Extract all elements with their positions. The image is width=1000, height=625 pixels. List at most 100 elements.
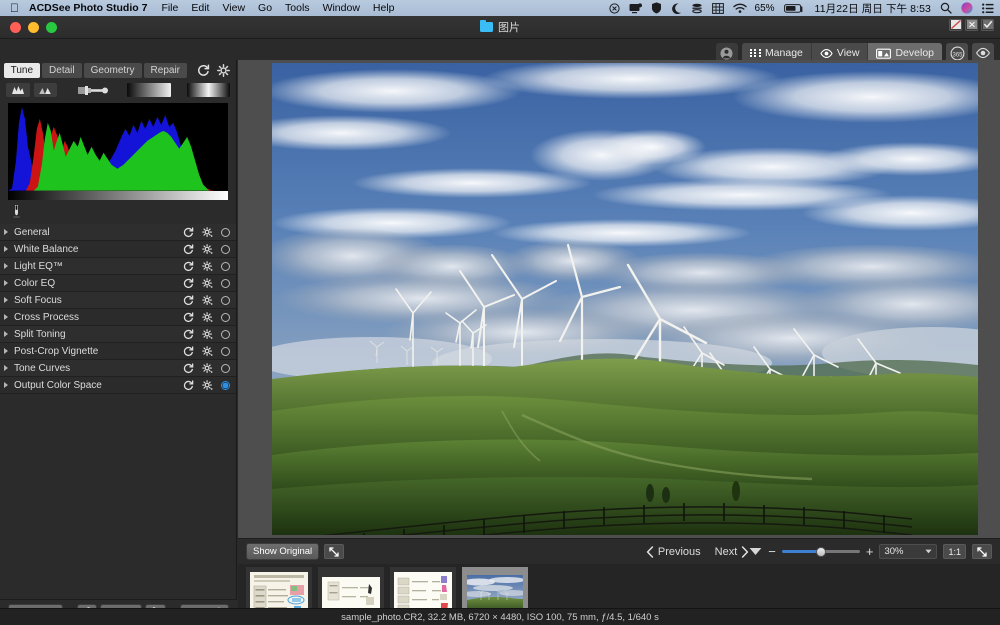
panel-row-icons[interactable] — [183, 295, 230, 306]
enable-radio-icon[interactable] — [221, 279, 230, 288]
expand-button[interactable] — [324, 544, 344, 559]
panel-row-icons[interactable] — [183, 346, 230, 357]
moon-icon[interactable] — [671, 3, 682, 14]
panel-row-icons[interactable] — [183, 329, 230, 340]
panel-row-icons[interactable] — [183, 261, 230, 272]
menu-view[interactable]: View — [222, 2, 245, 14]
enable-radio-icon[interactable] — [221, 381, 230, 390]
develop-tab-row[interactable]: Tune Detail Geometry Repair — [0, 60, 236, 80]
apple-logo-icon[interactable]:  — [10, 2, 19, 14]
brush-icon[interactable] — [77, 84, 111, 97]
wifi-icon[interactable] — [733, 3, 747, 14]
histogram — [8, 103, 228, 191]
display-icon[interactable] — [629, 3, 642, 14]
shield-icon[interactable] — [651, 2, 662, 14]
panel-row-output-color-space[interactable]: Output Color Space — [0, 377, 236, 394]
panel-label: General — [14, 227, 183, 238]
enable-radio-icon[interactable] — [221, 296, 230, 305]
panel-row-cross-process[interactable]: Cross Process — [0, 309, 236, 326]
panel-row-white-balance[interactable]: White Balance — [0, 241, 236, 258]
zoom-controls[interactable]: − + 30% 1:1 — [749, 544, 992, 559]
panel-row-icons[interactable] — [183, 278, 230, 289]
settings-gear-icon — [217, 64, 230, 77]
panel-row-icons[interactable] — [183, 380, 230, 391]
one-to-one-button[interactable]: 1:1 — [943, 544, 966, 559]
fit-to-window-button[interactable] — [972, 544, 992, 559]
menu-file[interactable]: File — [161, 2, 178, 14]
menu-go[interactable]: Go — [258, 2, 272, 14]
enable-radio-icon[interactable] — [221, 245, 230, 254]
siri-icon[interactable] — [961, 2, 973, 14]
panel-row-icons[interactable] — [183, 244, 230, 255]
zoom-slider[interactable] — [782, 550, 860, 553]
battery-icon[interactable] — [784, 3, 804, 14]
zoom-in-icon[interactable]: + — [866, 545, 874, 558]
triangle-down-icon[interactable] — [749, 547, 762, 556]
panel-row-icons[interactable] — [183, 312, 230, 323]
image-canvas-area[interactable] — [238, 60, 1000, 538]
chevron-right-icon — [4, 348, 8, 354]
panel-row-color-eq[interactable]: Color EQ — [0, 275, 236, 292]
preview-image[interactable] — [272, 63, 978, 535]
enable-radio-icon[interactable] — [221, 347, 230, 356]
previous-nav-button[interactable]: Previous — [646, 546, 701, 558]
zoom-level-select[interactable]: 30% — [879, 544, 937, 559]
panel-row-tone-curves[interactable]: Tone Curves — [0, 360, 236, 377]
clipping-warning-icon — [10, 204, 23, 218]
next-nav-button[interactable]: Next — [715, 546, 750, 558]
menu-help[interactable]: Help — [373, 2, 395, 14]
show-original-button[interactable]: Show Original — [246, 543, 319, 560]
status-bar: sample_photo.CR2, 32.2 MB, 6720 × 4480, … — [0, 608, 1000, 625]
tab-tune[interactable]: Tune — [4, 63, 40, 78]
enable-radio-icon[interactable] — [221, 364, 230, 373]
menu-edit[interactable]: Edit — [191, 2, 209, 14]
tab-geometry[interactable]: Geometry — [84, 63, 142, 78]
zoom-slider-handle[interactable] — [816, 547, 826, 557]
panel-row-post-crop-vignette[interactable]: Post-Crop Vignette — [0, 343, 236, 360]
control-center-icon[interactable] — [982, 3, 994, 14]
enable-radio-icon[interactable] — [221, 330, 230, 339]
clipping-warning-row[interactable] — [0, 200, 236, 222]
tab-develop-label: Develop — [895, 47, 934, 59]
panel-row-light-eq[interactable]: Light EQ™ — [0, 258, 236, 275]
gradient-linear-icon[interactable] — [127, 83, 170, 97]
menu-app-name[interactable]: ACDSee Photo Studio 7 — [29, 2, 147, 14]
preview-toolbar[interactable]: Show Original Previous Next − + 30% — [238, 538, 1000, 564]
close-button[interactable] — [10, 22, 21, 33]
next-label: Next — [715, 546, 738, 558]
histogram-compare-icon[interactable] — [34, 83, 58, 97]
enable-radio-icon[interactable] — [221, 262, 230, 271]
status-bar-icons[interactable] — [949, 19, 994, 31]
menu-tools[interactable]: Tools — [285, 2, 310, 14]
adjustment-panel-list[interactable]: General White Balance Light EQ™ — [0, 224, 236, 394]
panel-row-icons[interactable] — [183, 227, 230, 238]
menu-window[interactable]: Window — [323, 2, 360, 14]
gradient-radial-icon[interactable] — [187, 83, 230, 97]
checkmark-icon[interactable] — [981, 19, 994, 31]
histogram-toolbar[interactable] — [0, 80, 236, 100]
search-icon[interactable] — [940, 2, 952, 14]
zoom-out-icon[interactable]: − — [768, 545, 776, 558]
minimize-button[interactable] — [28, 22, 39, 33]
exclude-icon[interactable] — [965, 19, 978, 31]
tab-tools[interactable] — [197, 64, 230, 77]
keyboard-icon[interactable] — [712, 3, 724, 14]
enable-radio-icon[interactable] — [221, 228, 230, 237]
dropbox-icon[interactable] — [691, 3, 703, 14]
panel-row-general[interactable]: General — [0, 224, 236, 241]
preset-gear-icon — [202, 261, 213, 272]
histogram-mode-icon[interactable] — [6, 83, 30, 97]
circle-x-icon[interactable] — [609, 3, 620, 14]
panel-row-icons[interactable] — [183, 363, 230, 374]
window-controls[interactable] — [0, 22, 57, 33]
tab-repair[interactable]: Repair — [144, 63, 187, 78]
panel-row-soft-focus[interactable]: Soft Focus — [0, 292, 236, 309]
no-edit-icon[interactable] — [949, 19, 962, 31]
panel-label: Light EQ™ — [14, 261, 183, 272]
chevron-right-icon — [4, 331, 8, 337]
panel-row-split-toning[interactable]: Split Toning — [0, 326, 236, 343]
menubar-clock[interactable]: 11月22日 周日 下午 8:53 — [815, 1, 931, 16]
zoom-button[interactable] — [46, 22, 57, 33]
tab-detail[interactable]: Detail — [42, 63, 82, 78]
enable-radio-icon[interactable] — [221, 313, 230, 322]
